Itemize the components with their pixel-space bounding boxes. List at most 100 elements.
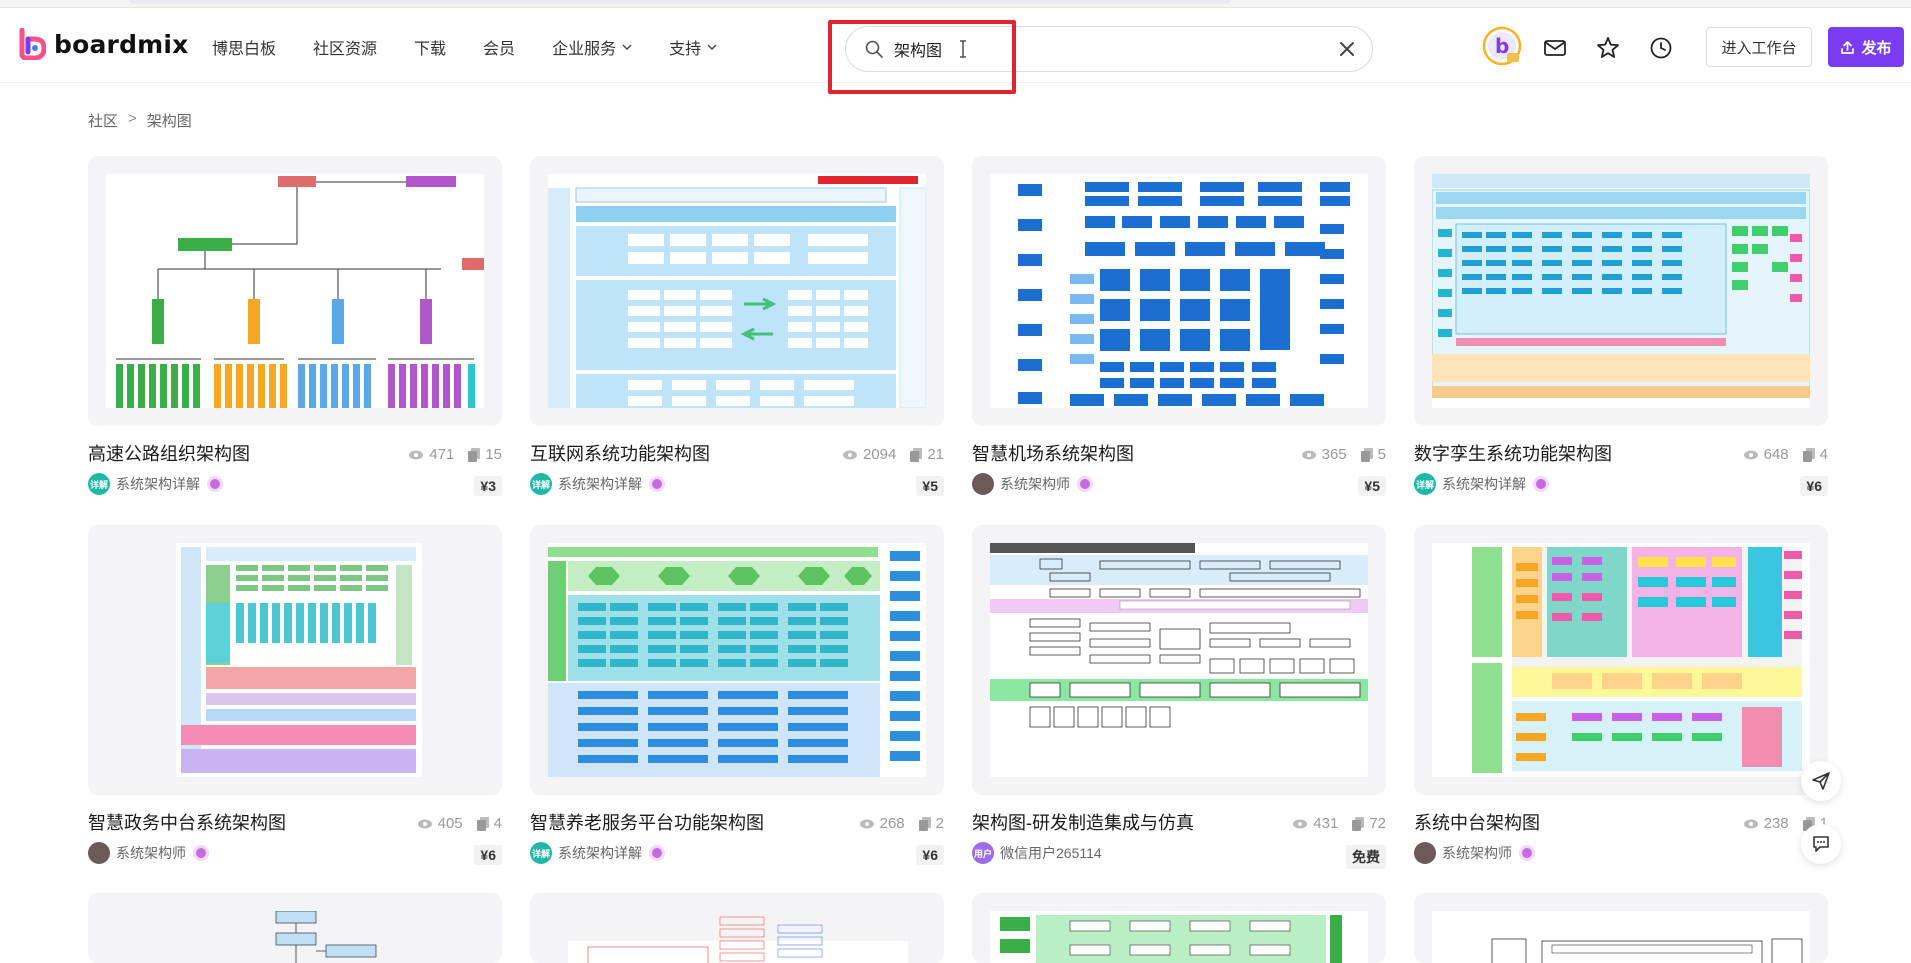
template-price: ¥3 xyxy=(474,476,502,496)
copy-count-value: 2 xyxy=(935,815,944,832)
template-price: ¥6 xyxy=(474,845,502,865)
copy-count-value: 4 xyxy=(1819,446,1828,463)
template-card[interactable] xyxy=(530,893,944,963)
template-thumbnail[interactable] xyxy=(1414,156,1828,426)
breadcrumb: 社区 > 架构图 xyxy=(88,110,192,131)
view-count-value: 405 xyxy=(437,815,463,832)
vip-badge-icon xyxy=(207,476,223,492)
history-clock-icon[interactable] xyxy=(1648,35,1674,61)
author-avatar xyxy=(972,473,994,495)
feedback-button[interactable] xyxy=(1801,824,1841,864)
template-card[interactable]: 互联网系统功能架构图 2094 21 详解 系统架构详解 ¥5 xyxy=(530,156,944,496)
view-count-value: 2094 xyxy=(862,446,897,463)
author-avatar xyxy=(88,842,110,864)
flow-diagram-preview xyxy=(548,911,926,963)
template-stats: 365 5 xyxy=(1301,446,1386,463)
template-thumbnail[interactable] xyxy=(530,893,944,963)
template-author[interactable]: 系统架构师 xyxy=(1414,842,1828,864)
upload-icon xyxy=(1841,40,1855,54)
nav-item-enterprise[interactable]: 企业服务 xyxy=(552,35,632,59)
copy-count: 15 xyxy=(468,446,502,463)
nav-item-label: 会员 xyxy=(483,41,516,58)
template-card[interactable]: 高速公路组织架构图 471 15 详解 系统架构详解 ¥3 xyxy=(88,156,502,496)
template-title[interactable]: 智慧机场系统架构图 xyxy=(972,440,1272,466)
template-author[interactable]: 详解 系统架构详解 xyxy=(530,842,944,864)
eye-icon xyxy=(1301,450,1316,459)
eye-icon xyxy=(859,819,874,828)
view-count-value: 471 xyxy=(429,446,455,463)
template-thumbnail[interactable] xyxy=(88,156,502,426)
view-count-value: 431 xyxy=(1313,815,1339,832)
nav-item-membership[interactable]: 会员 xyxy=(483,35,515,59)
template-card[interactable]: 智慧机场系统架构图 365 5 系统架构师 ¥5 xyxy=(972,156,1386,496)
template-thumbnail[interactable] xyxy=(972,156,1386,426)
chevron-down-icon xyxy=(622,44,632,50)
copy-count: 21 xyxy=(910,446,944,463)
nav-item-download[interactable]: 下载 xyxy=(414,35,446,59)
brand-logo[interactable]: boardmix xyxy=(18,28,189,60)
copy-count: 4 xyxy=(1802,446,1828,463)
nav-item-whiteboard[interactable]: 博思白板 xyxy=(212,35,276,59)
template-thumbnail[interactable] xyxy=(972,893,1386,963)
author-name: 系统架构师 xyxy=(1000,476,1070,492)
template-title[interactable]: 智慧养老服务平台功能架构图 xyxy=(530,809,830,835)
view-count: 365 xyxy=(1301,446,1347,463)
template-title[interactable]: 系统中台架构图 xyxy=(1414,809,1714,835)
boardmix-logo-icon xyxy=(19,28,46,60)
template-author[interactable]: 用户 微信用户265114 xyxy=(972,842,1386,864)
template-author[interactable]: 系统架构师 xyxy=(972,473,1386,495)
nav-item-community[interactable]: 社区资源 xyxy=(313,35,377,59)
copy-count: 72 xyxy=(1352,815,1386,832)
template-card[interactable] xyxy=(1414,893,1828,963)
middle-platform-preview xyxy=(1432,543,1810,777)
star-icon[interactable] xyxy=(1595,35,1621,61)
template-card[interactable]: 数字孪生系统功能架构图 648 4 详解 系统架构详解 ¥6 xyxy=(1414,156,1828,496)
template-card[interactable]: 智慧政务中台系统架构图 405 4 系统架构师 ¥6 xyxy=(88,525,502,865)
share-send-button[interactable] xyxy=(1801,761,1841,801)
template-title[interactable]: 架构图-研发制造集成与仿真 xyxy=(972,809,1272,835)
template-card[interactable] xyxy=(88,893,502,963)
mail-icon[interactable] xyxy=(1542,35,1568,61)
template-thumbnail[interactable] xyxy=(530,156,944,426)
framework-preview xyxy=(1432,911,1810,963)
org-chart-preview xyxy=(106,174,484,408)
enter-workspace-button[interactable]: 进入工作台 xyxy=(1706,27,1812,67)
template-price: ¥6 xyxy=(916,845,944,865)
green-layer-preview xyxy=(990,911,1368,963)
template-author[interactable]: 详解 系统架构详解 xyxy=(88,473,502,495)
template-card[interactable]: 架构图-研发制造集成与仿真 431 72 用户 微信用户265114 免费 xyxy=(972,525,1386,869)
search-input[interactable]: 架构图 xyxy=(894,37,942,61)
template-thumbnail[interactable] xyxy=(530,525,944,795)
template-title[interactable]: 智慧政务中台系统架构图 xyxy=(88,809,388,835)
template-thumbnail[interactable] xyxy=(88,525,502,795)
template-thumbnail[interactable] xyxy=(1414,525,1828,795)
template-card[interactable] xyxy=(972,893,1386,963)
template-title[interactable]: 高速公路组织架构图 xyxy=(88,440,388,466)
publish-button[interactable]: 发布 xyxy=(1828,27,1904,67)
author-avatar: 详解 xyxy=(530,842,552,864)
user-avatar[interactable]: b xyxy=(1482,26,1522,66)
breadcrumb-separator: > xyxy=(128,110,137,127)
nav-item-label: 社区资源 xyxy=(313,41,378,58)
nav-item-support[interactable]: 支持 xyxy=(669,35,717,59)
vip-badge-icon xyxy=(649,845,665,861)
template-author[interactable]: 系统架构师 xyxy=(88,842,502,864)
template-price: ¥6 xyxy=(1800,476,1828,496)
template-card[interactable]: 智慧养老服务平台功能架构图 268 2 详解 系统架构详解 ¥6 xyxy=(530,525,944,865)
elderly-care-preview xyxy=(548,543,926,777)
template-card[interactable]: 系统中台架构图 238 1 系统架构师 xyxy=(1414,525,1828,864)
template-price: 免费 xyxy=(1346,845,1386,869)
template-author[interactable]: 详解 系统架构详解 xyxy=(1414,473,1828,495)
breadcrumb-root[interactable]: 社区 xyxy=(88,110,118,131)
template-stats: 405 4 xyxy=(417,815,502,832)
clear-search-icon[interactable] xyxy=(1338,40,1356,58)
template-title[interactable]: 互联网系统功能架构图 xyxy=(530,440,830,466)
template-thumbnail[interactable] xyxy=(972,525,1386,795)
template-thumbnail[interactable] xyxy=(1414,893,1828,963)
template-price: ¥5 xyxy=(916,476,944,496)
search-bar[interactable]: 架构图 xyxy=(845,26,1373,72)
template-author[interactable]: 详解 系统架构详解 xyxy=(530,473,944,495)
template-thumbnail[interactable] xyxy=(88,893,502,963)
top-strip-pill xyxy=(130,0,1230,4)
template-title[interactable]: 数字孪生系统功能架构图 xyxy=(1414,440,1714,466)
